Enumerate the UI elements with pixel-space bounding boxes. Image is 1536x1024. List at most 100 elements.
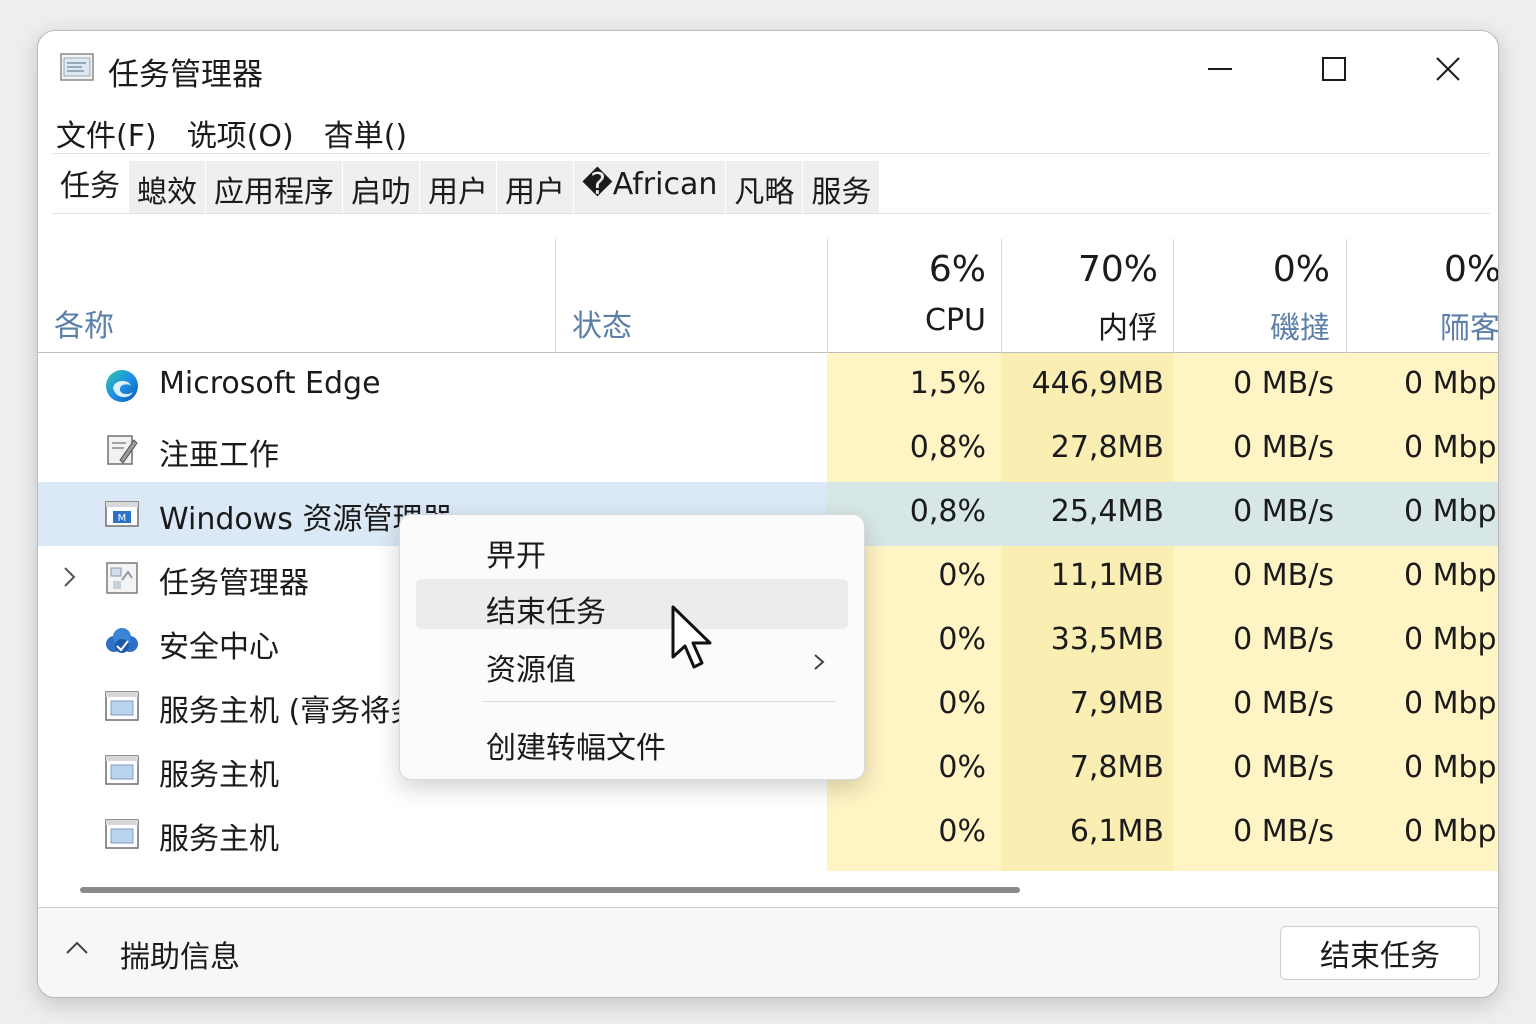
service-host-icon bbox=[104, 752, 140, 788]
tab-strip: 任务 螅效 应用程序 启叻 用户 用户 �African 凡略 服务 bbox=[52, 161, 881, 213]
network-value: 0 Mbps bbox=[1404, 814, 1498, 849]
process-name: 安全中心 bbox=[159, 630, 279, 665]
menu-options[interactable]: 诜项(O) bbox=[187, 111, 294, 155]
process-name: 服务主机 bbox=[159, 758, 279, 793]
header-network[interactable]: 陑客 bbox=[1358, 303, 1498, 347]
header-memory-percent[interactable]: 70% bbox=[1010, 249, 1158, 290]
context-item-end-task[interactable]: 结束任务 bbox=[416, 579, 848, 630]
memory-value: 27,8MB bbox=[1050, 430, 1164, 465]
header-disk[interactable]: 磯撻 bbox=[1182, 303, 1330, 347]
header-disk-percent[interactable]: 0% bbox=[1182, 249, 1330, 290]
notepad-icon bbox=[104, 432, 140, 468]
tab-performance[interactable]: 螅效 bbox=[129, 161, 206, 213]
explorer-icon: M bbox=[104, 496, 140, 532]
column-separator bbox=[1346, 239, 1347, 353]
process-name: 服务主机 (膏务将务) bbox=[159, 694, 432, 729]
context-separator bbox=[482, 701, 836, 702]
network-value: 0 Mbps bbox=[1404, 558, 1498, 593]
network-value: 0 Mbps bbox=[1404, 366, 1498, 401]
menu-divider bbox=[52, 153, 1490, 154]
disk-value: 0 MB/s bbox=[1233, 814, 1334, 849]
minimize-button[interactable] bbox=[1190, 45, 1250, 93]
disk-value: 0 MB/s bbox=[1233, 558, 1334, 593]
context-item-resource-values[interactable]: 资源值 bbox=[416, 637, 848, 688]
memory-value: 6,1MB bbox=[1069, 814, 1164, 849]
service-host-icon bbox=[104, 816, 140, 852]
disk-value: 0 MB/s bbox=[1233, 430, 1334, 465]
tab-app-history[interactable]: 应用程序 bbox=[206, 161, 343, 213]
column-separator bbox=[555, 239, 556, 353]
table-row[interactable]: 注亜工作 0,8% 27,8MB 0 MB/s 0 Mbps bbox=[38, 418, 1498, 482]
task-manager-app-icon bbox=[60, 53, 94, 81]
edge-icon bbox=[104, 368, 140, 404]
maximize-icon bbox=[1322, 57, 1346, 81]
title-bar[interactable]: 任务管理器 bbox=[38, 31, 1498, 107]
close-icon bbox=[1436, 57, 1460, 81]
network-value: 0 Mbps bbox=[1404, 750, 1498, 785]
disk-value: 0 MB/s bbox=[1233, 494, 1334, 529]
process-name: 任务管理器 bbox=[159, 566, 309, 601]
maximize-button[interactable] bbox=[1304, 45, 1364, 93]
network-value: 0 Mbps bbox=[1404, 430, 1498, 465]
chevron-right-icon[interactable] bbox=[60, 564, 80, 590]
tab-network[interactable]: 凡略 bbox=[726, 161, 804, 213]
fewer-details-link[interactable]: 揣助信息 bbox=[120, 932, 240, 976]
tab-users-2[interactable]: 用户 bbox=[497, 161, 574, 213]
process-name: 注亜工作 bbox=[159, 438, 279, 473]
tab-divider bbox=[52, 213, 1490, 214]
context-item-label: 资源值 bbox=[486, 653, 576, 688]
task-manager-icon bbox=[104, 560, 140, 596]
header-network-percent[interactable]: 0% bbox=[1358, 249, 1498, 290]
minimize-icon bbox=[1208, 68, 1232, 70]
memory-value: 7,9MB bbox=[1069, 686, 1164, 721]
header-name[interactable]: 各称 bbox=[54, 301, 114, 345]
network-value: 0 Mbps bbox=[1404, 494, 1498, 529]
tab-processes[interactable]: 任务 bbox=[52, 161, 129, 213]
tab-users[interactable]: 用户 bbox=[420, 161, 497, 213]
tab-services[interactable]: 服务 bbox=[803, 161, 881, 213]
memory-value: 33,5MB bbox=[1050, 622, 1164, 657]
network-value: 0 Mbps bbox=[1404, 686, 1498, 721]
header-cpu-percent[interactable]: 6% bbox=[838, 249, 986, 290]
cpu-value: 0% bbox=[938, 814, 986, 849]
process-name: Microsoft Edge bbox=[159, 366, 381, 401]
context-menu: 畀开 结束任务 资源值 创建转幅文件 bbox=[399, 514, 865, 780]
context-item-label: 畀开 bbox=[486, 539, 546, 574]
table-row[interactable]: 服务主机 0% 6,1MB 0 MB/s 0 Mbps bbox=[38, 802, 1498, 866]
context-item-label: 结束任务 bbox=[486, 595, 606, 630]
disk-value: 0 MB/s bbox=[1233, 366, 1334, 401]
menu-file[interactable]: 文件(F) bbox=[56, 111, 157, 155]
context-item-label: 创建转幅文件 bbox=[486, 731, 666, 766]
header-cpu[interactable]: CPU bbox=[838, 303, 986, 338]
chevron-up-icon[interactable] bbox=[64, 938, 90, 958]
cpu-value: 1,5% bbox=[909, 366, 986, 401]
end-task-button[interactable]: 结束任务 bbox=[1280, 926, 1480, 980]
cpu-value: 0,8% bbox=[909, 430, 986, 465]
column-separator bbox=[1173, 239, 1174, 353]
column-separator bbox=[827, 239, 828, 353]
header-memory[interactable]: 内俘 bbox=[1010, 303, 1158, 347]
tab-search[interactable]: �African bbox=[574, 161, 727, 213]
context-item-create-dump[interactable]: 创建转幅文件 bbox=[416, 715, 848, 766]
column-header: 各称 状态 6% CPU 70% 内俘 0% 磯撻 0% 陑客 bbox=[38, 231, 1498, 353]
footer: 揣助信息 结束任务 bbox=[38, 908, 1498, 997]
header-status[interactable]: 状态 bbox=[572, 301, 632, 345]
mouse-cursor-icon bbox=[671, 605, 712, 669]
column-separator bbox=[1001, 239, 1002, 353]
menu-view[interactable]: 杳単() bbox=[324, 111, 407, 155]
process-name: 服务主机 bbox=[159, 822, 279, 857]
memory-value: 25,4MB bbox=[1050, 494, 1164, 529]
close-button[interactable] bbox=[1418, 45, 1478, 93]
svg-text:M: M bbox=[118, 513, 127, 524]
tab-startup[interactable]: 启叻 bbox=[343, 161, 420, 213]
menu-bar: 文件(F) 诜项(O) 杳単() bbox=[56, 111, 437, 155]
disk-value: 0 MB/s bbox=[1233, 750, 1334, 785]
disk-value: 0 MB/s bbox=[1233, 622, 1334, 657]
security-center-icon bbox=[104, 624, 140, 660]
table-row[interactable]: Microsoft Edge 1,5% 446,9MB 0 MB/s 0 Mbps bbox=[38, 354, 1498, 418]
context-item-open[interactable]: 畀开 bbox=[416, 523, 848, 574]
chevron-right-icon bbox=[814, 654, 825, 670]
horizontal-scrollbar[interactable] bbox=[80, 887, 1020, 893]
memory-value: 446,9MB bbox=[1031, 366, 1164, 401]
window-title: 任务管理器 bbox=[108, 57, 263, 93]
